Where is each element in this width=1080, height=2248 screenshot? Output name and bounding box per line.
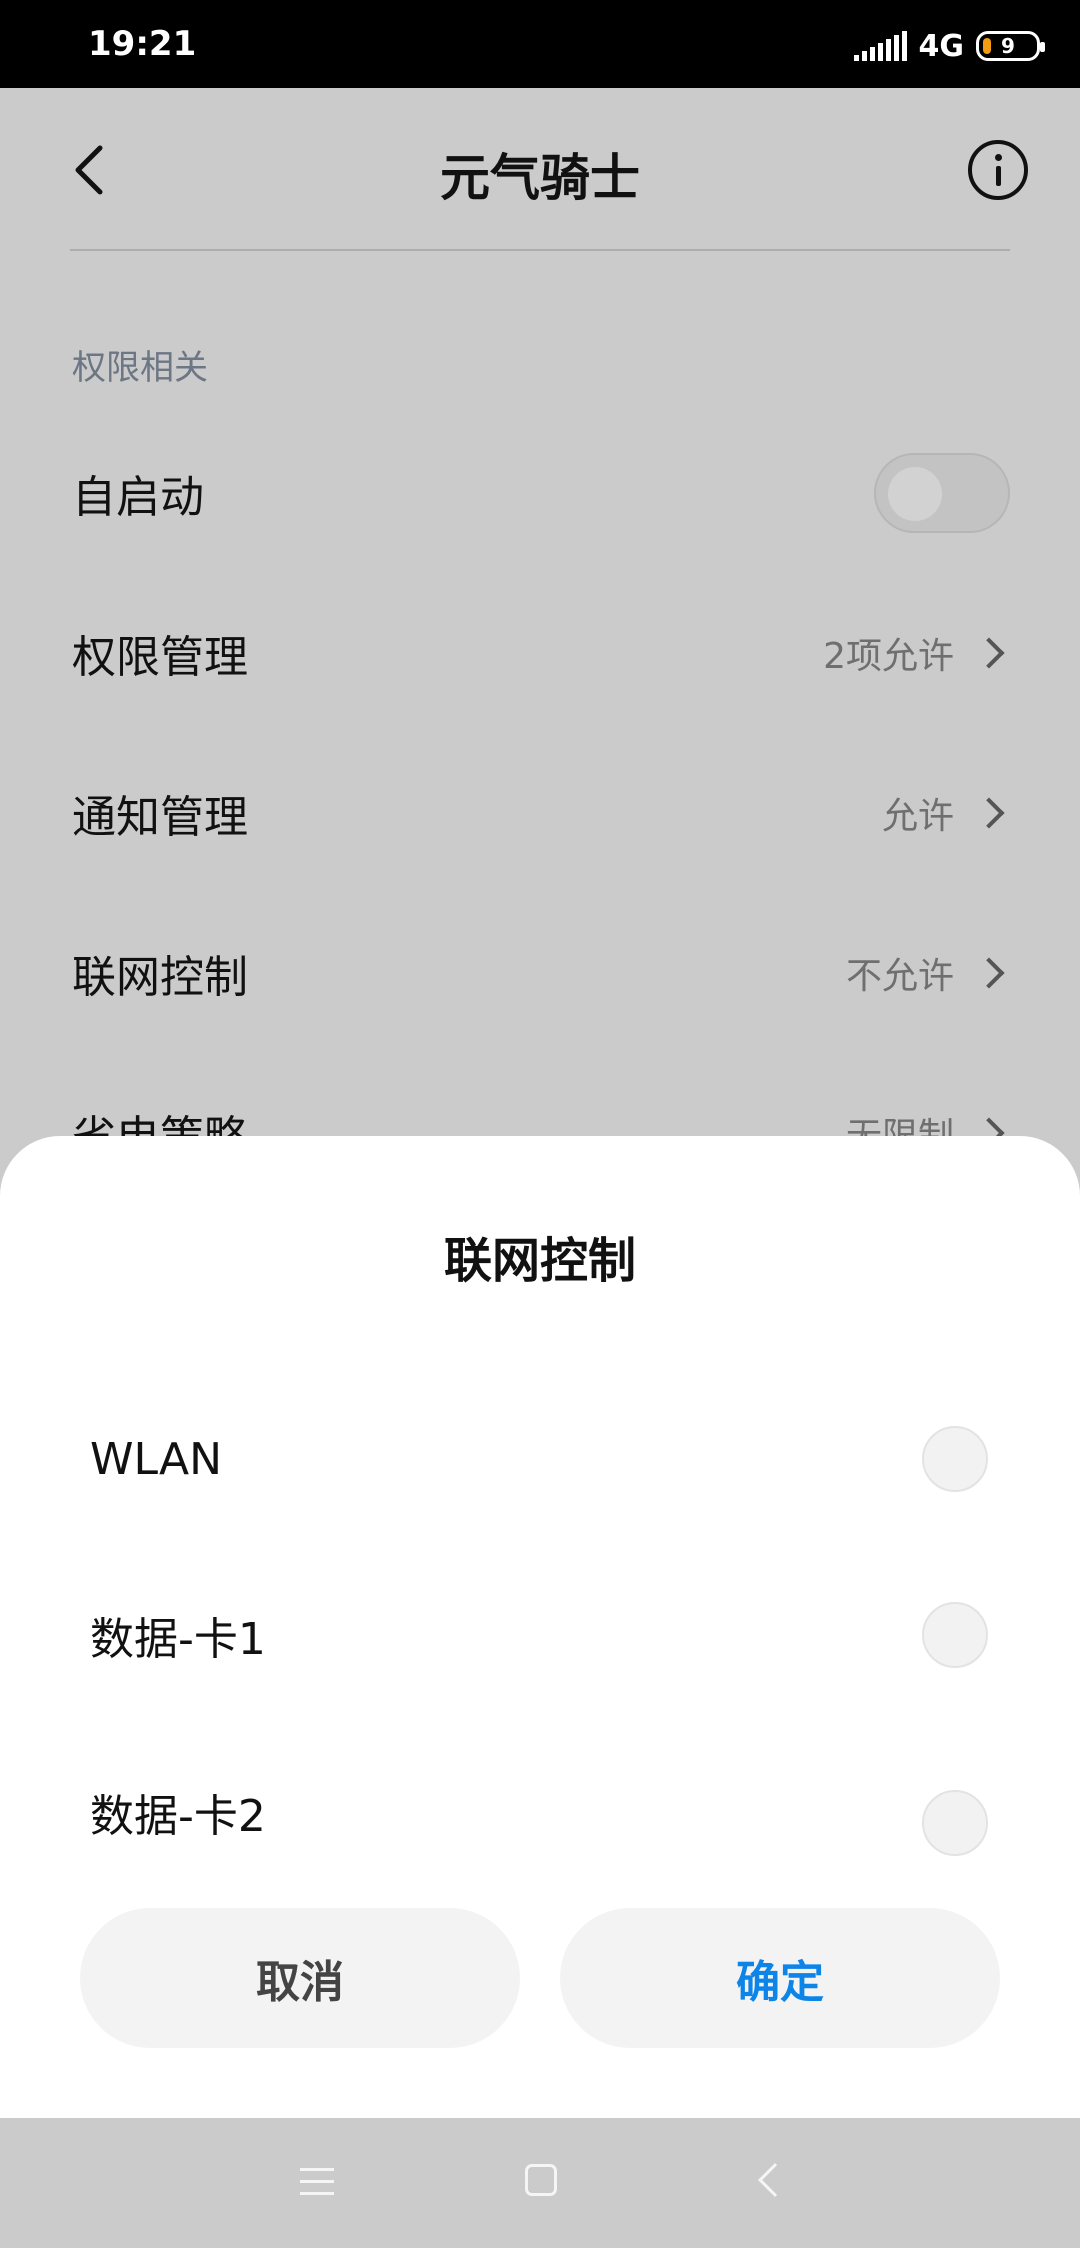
option-label: WLAN xyxy=(90,1433,223,1485)
page-title: 元气骑士 xyxy=(440,149,640,207)
menu-icon[interactable] xyxy=(300,2166,334,2196)
row-label: 通知管理 xyxy=(72,792,248,843)
info-circle-icon[interactable] xyxy=(968,140,1028,200)
battery-level: 9 xyxy=(1001,34,1015,58)
header-divider xyxy=(70,249,1010,251)
battery-icon: 9 xyxy=(976,31,1045,61)
settings-row-notifications[interactable]: 通知管理 允许 xyxy=(72,768,1010,858)
autostart-toggle[interactable] xyxy=(874,453,1010,533)
checkbox-sim2[interactable] xyxy=(922,1790,988,1856)
confirm-button[interactable]: 确定 xyxy=(560,1908,1000,2048)
chevron-right-icon xyxy=(973,637,1005,669)
settings-row-permissions[interactable]: 权限管理 2项允许 xyxy=(72,608,1010,698)
option-label: 数据-卡2 xyxy=(90,1791,266,1842)
back-icon[interactable] xyxy=(758,2163,792,2197)
option-sim1-data[interactable]: 数据-卡1 xyxy=(90,1595,988,1675)
row-value: 允许 xyxy=(881,796,954,837)
chevron-right-icon xyxy=(973,957,1005,989)
option-label: 数据-卡1 xyxy=(90,1614,266,1665)
checkbox-sim1[interactable] xyxy=(922,1602,988,1668)
settings-row-network[interactable]: 联网控制 不允许 xyxy=(72,928,1010,1018)
status-bar: 19:21 4G 9 xyxy=(0,0,1080,88)
network-type: 4G xyxy=(918,28,965,64)
section-label: 权限相关 xyxy=(72,348,208,388)
autostart-label: 自启动 xyxy=(72,472,204,523)
row-label: 权限管理 xyxy=(72,632,248,683)
checkbox-wlan[interactable] xyxy=(922,1426,988,1492)
row-value: 不允许 xyxy=(845,956,954,997)
system-nav-bar xyxy=(0,2118,1080,2248)
row-value: 2项允许 xyxy=(823,636,954,677)
app-header: 元气骑士 xyxy=(0,88,1080,250)
status-icons: 4G 9 xyxy=(853,26,1045,66)
cancel-button[interactable]: 取消 xyxy=(80,1908,520,2048)
option-sim2-data[interactable]: 数据-卡2 xyxy=(90,1772,988,1856)
dialog-title: 联网控制 xyxy=(443,1233,636,1289)
row-label: 联网控制 xyxy=(72,952,248,1003)
autostart-row[interactable]: 自启动 xyxy=(72,448,1010,538)
network-control-dialog: 联网控制 WLAN 数据-卡1 数据-卡2 取消 确定 xyxy=(0,1136,1080,2118)
home-icon[interactable] xyxy=(525,2164,557,2196)
signal-icon xyxy=(853,31,907,61)
status-time: 19:21 xyxy=(88,24,197,64)
chevron-right-icon xyxy=(973,797,1005,829)
option-wlan[interactable]: WLAN xyxy=(90,1419,988,1499)
